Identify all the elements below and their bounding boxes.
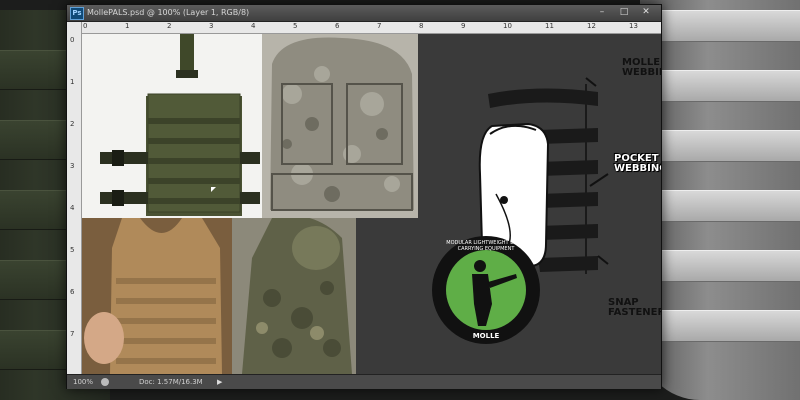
status-icon[interactable]: [101, 378, 109, 386]
ruler-number: 4: [251, 22, 256, 30]
vest-strap: [660, 190, 800, 222]
cursor-icon: [211, 187, 216, 192]
close-icon[interactable]: ✕: [635, 6, 657, 19]
vest-strap: [660, 250, 800, 282]
arrow-right-icon[interactable]: ▶: [217, 375, 222, 389]
molle-diagram-area: MOLLE VEST WEBBING POCKET WEBBING SNAP F…: [418, 34, 661, 374]
ruler-number: 5: [293, 22, 298, 30]
ruler-number: 7: [70, 330, 75, 338]
pocket-webbing-label: POCKET WEBBING: [614, 154, 661, 174]
ruler-number: 4: [70, 204, 75, 212]
snap-fastener-label-line2: FASTENER: [608, 307, 661, 318]
vest-strap: [660, 130, 800, 162]
ruler-number: 0: [70, 36, 75, 44]
vest-strap: [660, 310, 800, 342]
molle-vest-label: MOLLE VEST WEBBING: [622, 58, 661, 78]
ruler-number: 9: [461, 22, 466, 30]
vertical-ruler[interactable]: 0 1 2 3 4 5 6 7: [67, 22, 82, 374]
document-info: Doc: 1.57M/16.3M: [139, 378, 203, 386]
ruler-number: 2: [167, 22, 172, 30]
ruler-number: 3: [209, 22, 214, 30]
document-canvas[interactable]: MOLLE VEST WEBBING POCKET WEBBING SNAP F…: [82, 34, 661, 374]
background-white-vest: [640, 0, 800, 400]
ruler-number: 0: [83, 22, 88, 30]
ruler-number: 3: [70, 162, 75, 170]
ruler-number: 11: [545, 22, 554, 30]
status-bar: 100% Doc: 1.57M/16.3M ▶: [67, 374, 661, 389]
ruler-number: 1: [70, 78, 75, 86]
ruler-number: 6: [335, 22, 340, 30]
logo-molle-text: MOLLE: [472, 332, 500, 340]
ruler-number: 8: [419, 22, 424, 30]
soldier-photo: [232, 218, 356, 374]
ruler-number: 1: [125, 22, 130, 30]
ruler-number: 6: [70, 288, 75, 296]
zoom-level[interactable]: 100%: [73, 375, 93, 389]
maximize-icon[interactable]: □: [613, 6, 635, 19]
ruler-number: 13: [629, 22, 638, 30]
drop-leg-panel-photo: [82, 34, 262, 218]
ruler-number: 2: [70, 120, 75, 128]
soldier-image: [232, 218, 356, 374]
vest-strap: [660, 70, 800, 102]
molle-logo: MODULAR LIGHTWEIGHT LOAD-CARRYING EQUIPM…: [432, 236, 540, 344]
snap-fastener-label: SNAP FASTENER: [608, 298, 661, 318]
logo-ring-text: MODULAR LIGHTWEIGHT LOAD-CARRYING EQUIPM…: [446, 240, 526, 252]
molle-vest-label-line2: WEBBING: [622, 67, 661, 78]
camo-backpack-photo: [262, 34, 418, 218]
minimize-icon[interactable]: –: [591, 6, 613, 19]
tan-vest-image: [82, 218, 232, 374]
drop-leg-panel-image: [100, 34, 260, 216]
horizontal-ruler[interactable]: 0 1 2 3 4 5 6 7 8 9 10 11 12 13: [81, 22, 661, 34]
tan-vest-photo: [82, 218, 232, 374]
vest-strap: [660, 10, 800, 42]
ruler-number: 5: [70, 246, 75, 254]
ruler-number: 12: [587, 22, 596, 30]
ruler-number: 10: [503, 22, 512, 30]
title-bar[interactable]: Ps MollePALS.psd @ 100% (Layer 1, RGB/8)…: [67, 5, 661, 22]
ruler-number: 7: [377, 22, 382, 30]
photoshop-app-icon: Ps: [70, 7, 84, 20]
pocket-webbing-label-line2: WEBBING: [614, 163, 661, 174]
camo-backpack-image: [262, 34, 418, 218]
document-window[interactable]: Ps MollePALS.psd @ 100% (Layer 1, RGB/8)…: [66, 4, 662, 389]
window-title: MollePALS.psd @ 100% (Layer 1, RGB/8): [87, 8, 250, 17]
